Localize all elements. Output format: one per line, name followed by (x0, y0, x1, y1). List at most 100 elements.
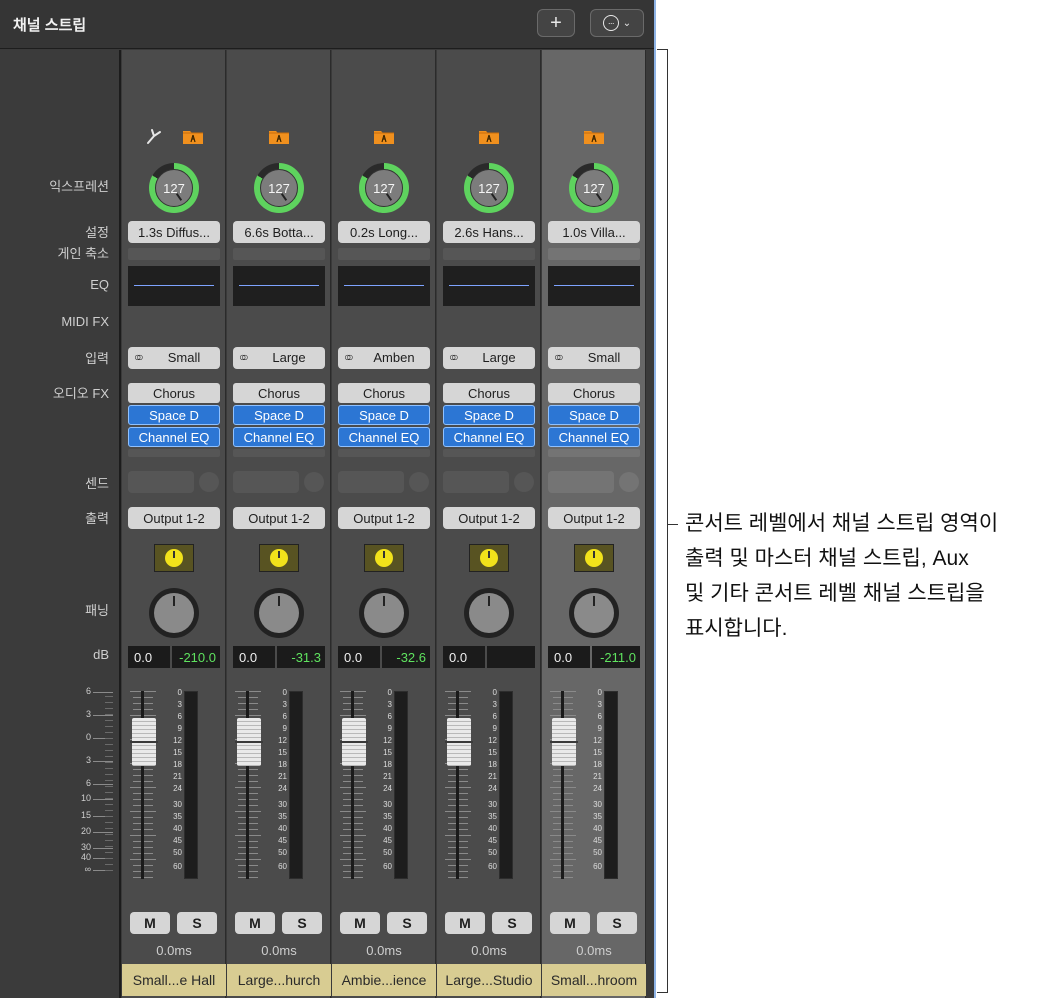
add-button[interactable]: + (537, 9, 575, 37)
eq-display[interactable] (443, 266, 535, 306)
more-menu-button[interactable]: ··· ⌄ (590, 9, 644, 37)
pan-knob[interactable] (149, 588, 199, 638)
audio-fx-slot-channel-eq[interactable]: Channel EQ (338, 427, 430, 447)
audio-fx-slot-channel-eq[interactable]: Channel EQ (548, 427, 640, 447)
volume-fader[interactable] (340, 718, 368, 766)
audio-fx-slot-space-d[interactable]: Space D (548, 405, 640, 425)
expression-knob[interactable]: 127 (569, 163, 619, 213)
output-button[interactable]: Output 1-2 (338, 507, 430, 529)
volume-fader[interactable] (445, 718, 473, 766)
expression-knob[interactable]: 127 (359, 163, 409, 213)
expression-knob[interactable]: 127 (464, 163, 514, 213)
channel-strip[interactable]: 127 1.3s Diffus... ○○ Small Chorus Space D Cha… (122, 50, 226, 998)
input-button[interactable]: ○○ Small (548, 347, 640, 369)
send-slot[interactable] (443, 471, 509, 493)
setting-button[interactable]: 0.2s Long... (338, 221, 430, 243)
pan-knob[interactable] (254, 588, 304, 638)
folder-icon[interactable] (478, 128, 500, 145)
setting-button[interactable]: 6.6s Botta... (233, 221, 325, 243)
mute-button[interactable]: M (445, 912, 485, 934)
output-button[interactable]: Output 1-2 (128, 507, 220, 529)
solo-button[interactable]: S (177, 912, 217, 934)
send-level-knob[interactable] (619, 472, 639, 492)
mute-button[interactable]: M (235, 912, 275, 934)
channel-name[interactable]: Small...hroom (542, 964, 646, 996)
send-slot[interactable] (233, 471, 299, 493)
audio-fx-slot-channel-eq[interactable]: Channel EQ (443, 427, 535, 447)
expression-knob[interactable]: 127 (254, 163, 304, 213)
volume-value[interactable]: 0.0 (548, 646, 590, 668)
send-slot[interactable] (338, 471, 404, 493)
mute-button[interactable]: M (130, 912, 170, 934)
volume-fader[interactable] (550, 718, 578, 766)
audio-fx-slot-channel-eq[interactable]: Channel EQ (128, 427, 220, 447)
pan-knob[interactable] (464, 588, 514, 638)
audio-fx-slot-space-d[interactable]: Space D (233, 405, 325, 425)
audio-fx-empty-slot[interactable] (443, 449, 535, 457)
send-level-knob[interactable] (514, 472, 534, 492)
channel-strip[interactable]: 127 6.6s Botta... ○○ Large Chorus Space D Chan… (227, 50, 331, 998)
automation-mode-button[interactable] (154, 544, 194, 572)
mute-button[interactable]: M (340, 912, 380, 934)
solo-button[interactable]: S (282, 912, 322, 934)
audio-fx-slot-chorus[interactable]: Chorus (443, 383, 535, 403)
folder-icon[interactable] (268, 128, 290, 145)
volume-fader[interactable] (235, 718, 263, 766)
channel-name[interactable]: Small...e Hall (122, 964, 226, 996)
output-button[interactable]: Output 1-2 (233, 507, 325, 529)
channel-strip[interactable]: 127 1.0s Villa... ○○ Small Chorus Space D Chan… (542, 50, 646, 998)
folder-icon[interactable] (182, 128, 204, 145)
channel-name[interactable]: Ambie...ience (332, 964, 436, 996)
mute-button[interactable]: M (550, 912, 590, 934)
audio-fx-slot-chorus[interactable]: Chorus (338, 383, 430, 403)
eq-display[interactable] (233, 266, 325, 306)
audio-fx-slot-chorus[interactable]: Chorus (548, 383, 640, 403)
automation-mode-button[interactable] (364, 544, 404, 572)
pan-knob[interactable] (359, 588, 409, 638)
audio-fx-empty-slot[interactable] (233, 449, 325, 457)
folder-icon[interactable] (583, 128, 605, 145)
send-slot[interactable] (548, 471, 614, 493)
send-level-knob[interactable] (199, 472, 219, 492)
setting-button[interactable]: 2.6s Hans... (443, 221, 535, 243)
audio-fx-slot-chorus[interactable]: Chorus (233, 383, 325, 403)
volume-value[interactable]: 0.0 (233, 646, 275, 668)
channel-name[interactable]: Large...Studio (437, 964, 541, 996)
output-button[interactable]: Output 1-2 (443, 507, 535, 529)
audio-fx-empty-slot[interactable] (128, 449, 220, 457)
volume-fader[interactable] (130, 718, 158, 766)
send-level-knob[interactable] (304, 472, 324, 492)
channel-name[interactable]: Large...hurch (227, 964, 331, 996)
automation-mode-button[interactable] (469, 544, 509, 572)
input-button[interactable]: ○○ Small (128, 347, 220, 369)
audio-fx-slot-space-d[interactable]: Space D (338, 405, 430, 425)
audio-fx-slot-chorus[interactable]: Chorus (128, 383, 220, 403)
automation-mode-button[interactable] (574, 544, 614, 572)
expression-knob[interactable]: 127 (149, 163, 199, 213)
output-button[interactable]: Output 1-2 (548, 507, 640, 529)
send-level-knob[interactable] (409, 472, 429, 492)
input-button[interactable]: ○○ Large (233, 347, 325, 369)
setting-button[interactable]: 1.0s Villa... (548, 221, 640, 243)
audio-fx-empty-slot[interactable] (338, 449, 430, 457)
send-slot[interactable] (128, 471, 194, 493)
input-button[interactable]: ○○ Large (443, 347, 535, 369)
setting-button[interactable]: 1.3s Diffus... (128, 221, 220, 243)
audio-fx-slot-space-d[interactable]: Space D (443, 405, 535, 425)
eq-display[interactable] (548, 266, 640, 306)
solo-button[interactable]: S (387, 912, 427, 934)
audio-fx-empty-slot[interactable] (548, 449, 640, 457)
volume-value[interactable]: 0.0 (128, 646, 170, 668)
folder-icon[interactable] (373, 128, 395, 145)
solo-button[interactable]: S (492, 912, 532, 934)
automation-mode-button[interactable] (259, 544, 299, 572)
channel-strip[interactable]: 127 0.2s Long... ○○ Amben Chorus Space D Chann… (332, 50, 436, 998)
audio-fx-slot-channel-eq[interactable]: Channel EQ (233, 427, 325, 447)
audio-fx-slot-space-d[interactable]: Space D (128, 405, 220, 425)
volume-value[interactable]: 0.0 (338, 646, 380, 668)
eq-display[interactable] (338, 266, 430, 306)
tuning-fork-icon[interactable] (144, 126, 164, 146)
volume-value[interactable]: 0.0 (443, 646, 485, 668)
solo-button[interactable]: S (597, 912, 637, 934)
channel-strip[interactable]: 127 2.6s Hans... ○○ Large Chorus Space D Chann… (437, 50, 541, 998)
